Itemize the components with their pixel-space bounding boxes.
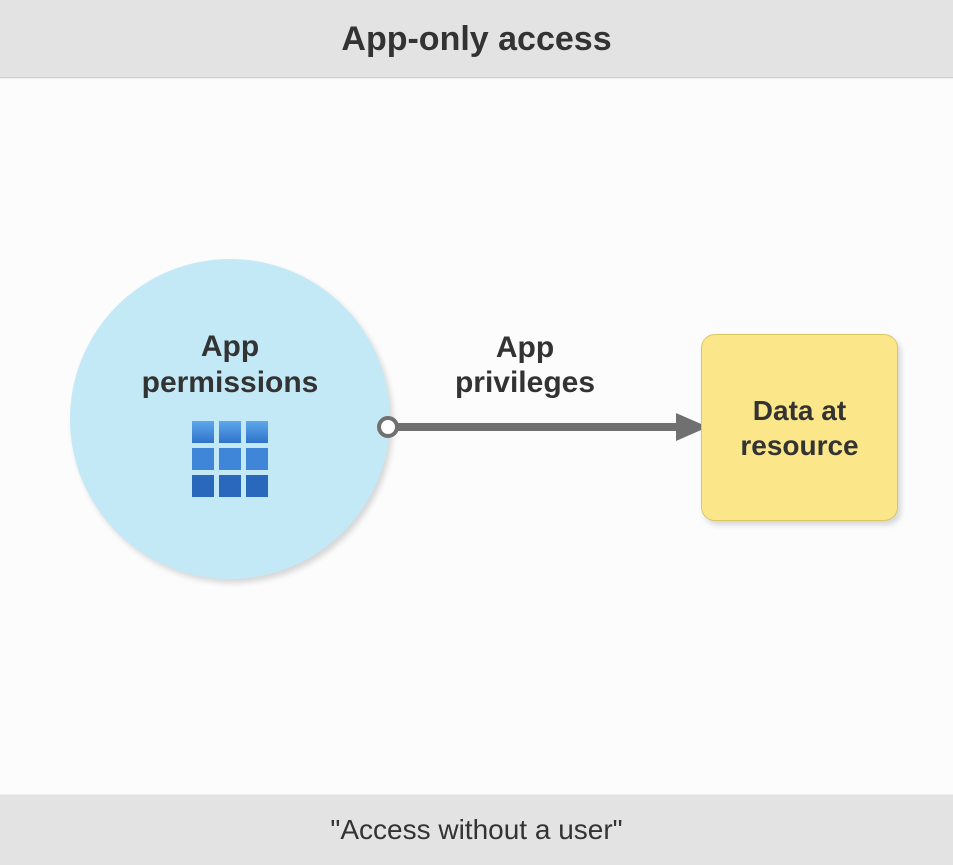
- label-text: permissions: [142, 366, 319, 399]
- diagram-caption: "Access without a user": [0, 795, 953, 865]
- node-data-at-resource: Data at resource: [701, 334, 898, 521]
- diagram-frame: App-only access App permissions: [0, 0, 953, 865]
- app-grid-icon: [190, 419, 270, 499]
- node-app-permissions: App permissions: [70, 259, 390, 579]
- label-text: Data at: [753, 395, 846, 426]
- diagram-title: App-only access: [0, 0, 953, 78]
- edge-arrow: [378, 407, 708, 447]
- label-text: privileges: [455, 366, 595, 399]
- label-text: resource: [740, 430, 858, 461]
- node-data-at-resource-label: Data at resource: [740, 393, 858, 463]
- label-text: App: [496, 331, 554, 364]
- label-text: App: [201, 330, 259, 363]
- diagram-canvas: App permissions: [0, 78, 953, 795]
- node-app-permissions-label: App permissions: [142, 329, 319, 401]
- edge-label-app-privileges: App privileges: [410, 331, 640, 400]
